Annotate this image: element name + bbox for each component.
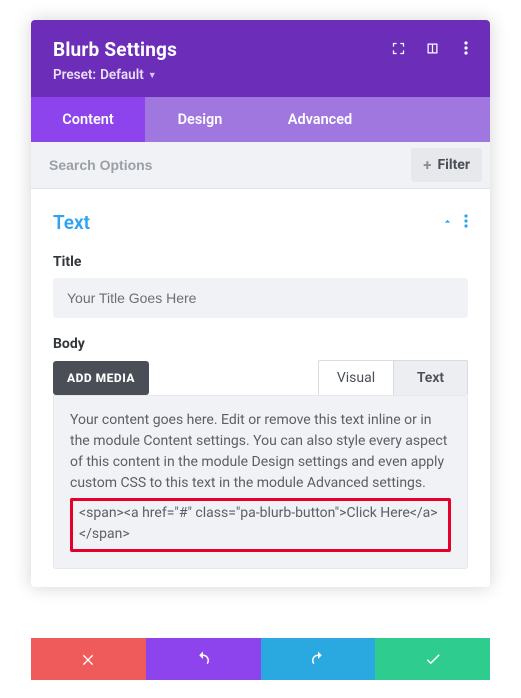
plus-icon: + xyxy=(423,156,431,174)
panel-header: Blurb Settings Preset: Default ▼ xyxy=(31,20,490,97)
close-button[interactable] xyxy=(31,638,146,680)
caret-down-icon: ▼ xyxy=(148,70,157,81)
section-title: Text xyxy=(53,211,90,234)
editor-toolbar: ADD MEDIA Visual Text xyxy=(53,360,468,395)
add-media-button[interactable]: ADD MEDIA xyxy=(53,361,149,395)
editor-tab-text[interactable]: Text xyxy=(393,361,467,395)
tab-content[interactable]: Content xyxy=(31,97,145,142)
main-tabs: Content Design Advanced xyxy=(31,97,490,142)
editor-tabs: Visual Text xyxy=(318,360,468,395)
title-field: Title xyxy=(53,254,468,318)
undo-button[interactable] xyxy=(146,638,261,680)
panel-content: Text Title Body ADD MEDIA Visual Text xyxy=(31,189,490,587)
search-input[interactable] xyxy=(31,143,411,187)
filter-button[interactable]: + Filter xyxy=(411,148,482,182)
section-actions xyxy=(441,213,468,232)
settings-panel: Blurb Settings Preset: Default ▼ Content… xyxy=(31,20,490,587)
tab-advanced[interactable]: Advanced xyxy=(255,97,385,142)
body-content-text: Your content goes here. Edit or remove t… xyxy=(70,410,451,494)
preset-value: Default xyxy=(100,67,144,83)
search-row: + Filter xyxy=(31,142,490,189)
tab-design[interactable]: Design xyxy=(145,97,255,142)
bottom-action-bar xyxy=(31,638,490,680)
body-field: Body ADD MEDIA Visual Text Your content … xyxy=(53,336,468,569)
body-label: Body xyxy=(53,336,468,352)
redo-button[interactable] xyxy=(261,638,376,680)
filter-label: Filter xyxy=(437,157,470,173)
expand-icon[interactable] xyxy=(390,40,406,56)
header-actions xyxy=(390,40,474,56)
more-vertical-icon[interactable] xyxy=(458,40,474,56)
preset-label: Preset: xyxy=(53,67,96,83)
save-button[interactable] xyxy=(375,638,490,680)
title-input[interactable] xyxy=(53,278,468,318)
title-label: Title xyxy=(53,254,468,270)
editor-tab-visual[interactable]: Visual xyxy=(319,361,393,395)
columns-icon[interactable] xyxy=(424,40,440,56)
section-more-icon[interactable] xyxy=(464,213,468,232)
body-content-highlight: <span><a href="#" class="pa-blurb-button… xyxy=(70,498,451,552)
section-header: Text xyxy=(53,199,468,244)
body-textarea[interactable]: Your content goes here. Edit or remove t… xyxy=(53,395,468,569)
collapse-icon[interactable] xyxy=(441,213,454,232)
preset-selector[interactable]: Preset: Default ▼ xyxy=(53,67,468,83)
